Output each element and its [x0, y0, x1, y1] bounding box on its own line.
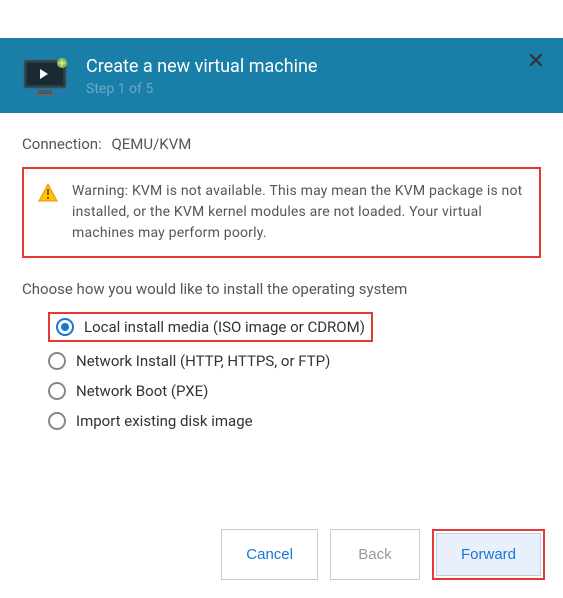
warning-text: Warning: KVM is not available. This may … [72, 181, 525, 244]
forward-button[interactable]: Forward [436, 533, 541, 576]
radio-button-icon [56, 318, 74, 336]
radio-label: Import existing disk image [76, 412, 253, 430]
radio-import-disk[interactable]: Import existing disk image [48, 412, 541, 430]
dialog-footer: Cancel Back Forward [221, 529, 545, 580]
radio-label: Network Boot (PXE) [76, 382, 208, 400]
radio-network-boot[interactable]: Network Boot (PXE) [48, 382, 541, 400]
warning-icon [38, 183, 58, 203]
connection-value: QEMU/KVM [111, 135, 191, 153]
radio-network-install[interactable]: Network Install (HTTP, HTTPS, or FTP) [48, 352, 541, 370]
step-indicator: Step 1 of 5 [86, 81, 541, 97]
radio-button-icon [48, 352, 66, 370]
back-button[interactable]: Back [330, 529, 420, 580]
warning-box: Warning: KVM is not available. This may … [22, 167, 541, 258]
dialog-content: Connection: QEMU/KVM Warning: KVM is not… [0, 113, 563, 452]
install-method-group: Local install media (ISO image or CDROM)… [22, 312, 541, 430]
radio-label: Local install media (ISO image or CDROM) [84, 318, 365, 336]
radio-label: Network Install (HTTP, HTTPS, or FTP) [76, 352, 330, 370]
dialog-header: Create a new virtual machine Step 1 of 5 [0, 38, 563, 113]
choose-label: Choose how you would like to install the… [22, 280, 541, 298]
dialog-title: Create a new virtual machine [86, 56, 541, 77]
radio-local-install[interactable]: Local install media (ISO image or CDROM) [48, 312, 373, 342]
close-button[interactable]: ✕ [527, 50, 545, 72]
radio-button-icon [48, 382, 66, 400]
connection-row: Connection: QEMU/KVM [22, 135, 541, 153]
cancel-button[interactable]: Cancel [221, 529, 318, 580]
connection-label: Connection: [22, 135, 102, 153]
close-icon: ✕ [527, 48, 545, 73]
monitor-icon [22, 58, 68, 96]
radio-button-icon [48, 412, 66, 430]
header-text-group: Create a new virtual machine Step 1 of 5 [86, 56, 541, 97]
forward-highlight: Forward [432, 529, 545, 580]
